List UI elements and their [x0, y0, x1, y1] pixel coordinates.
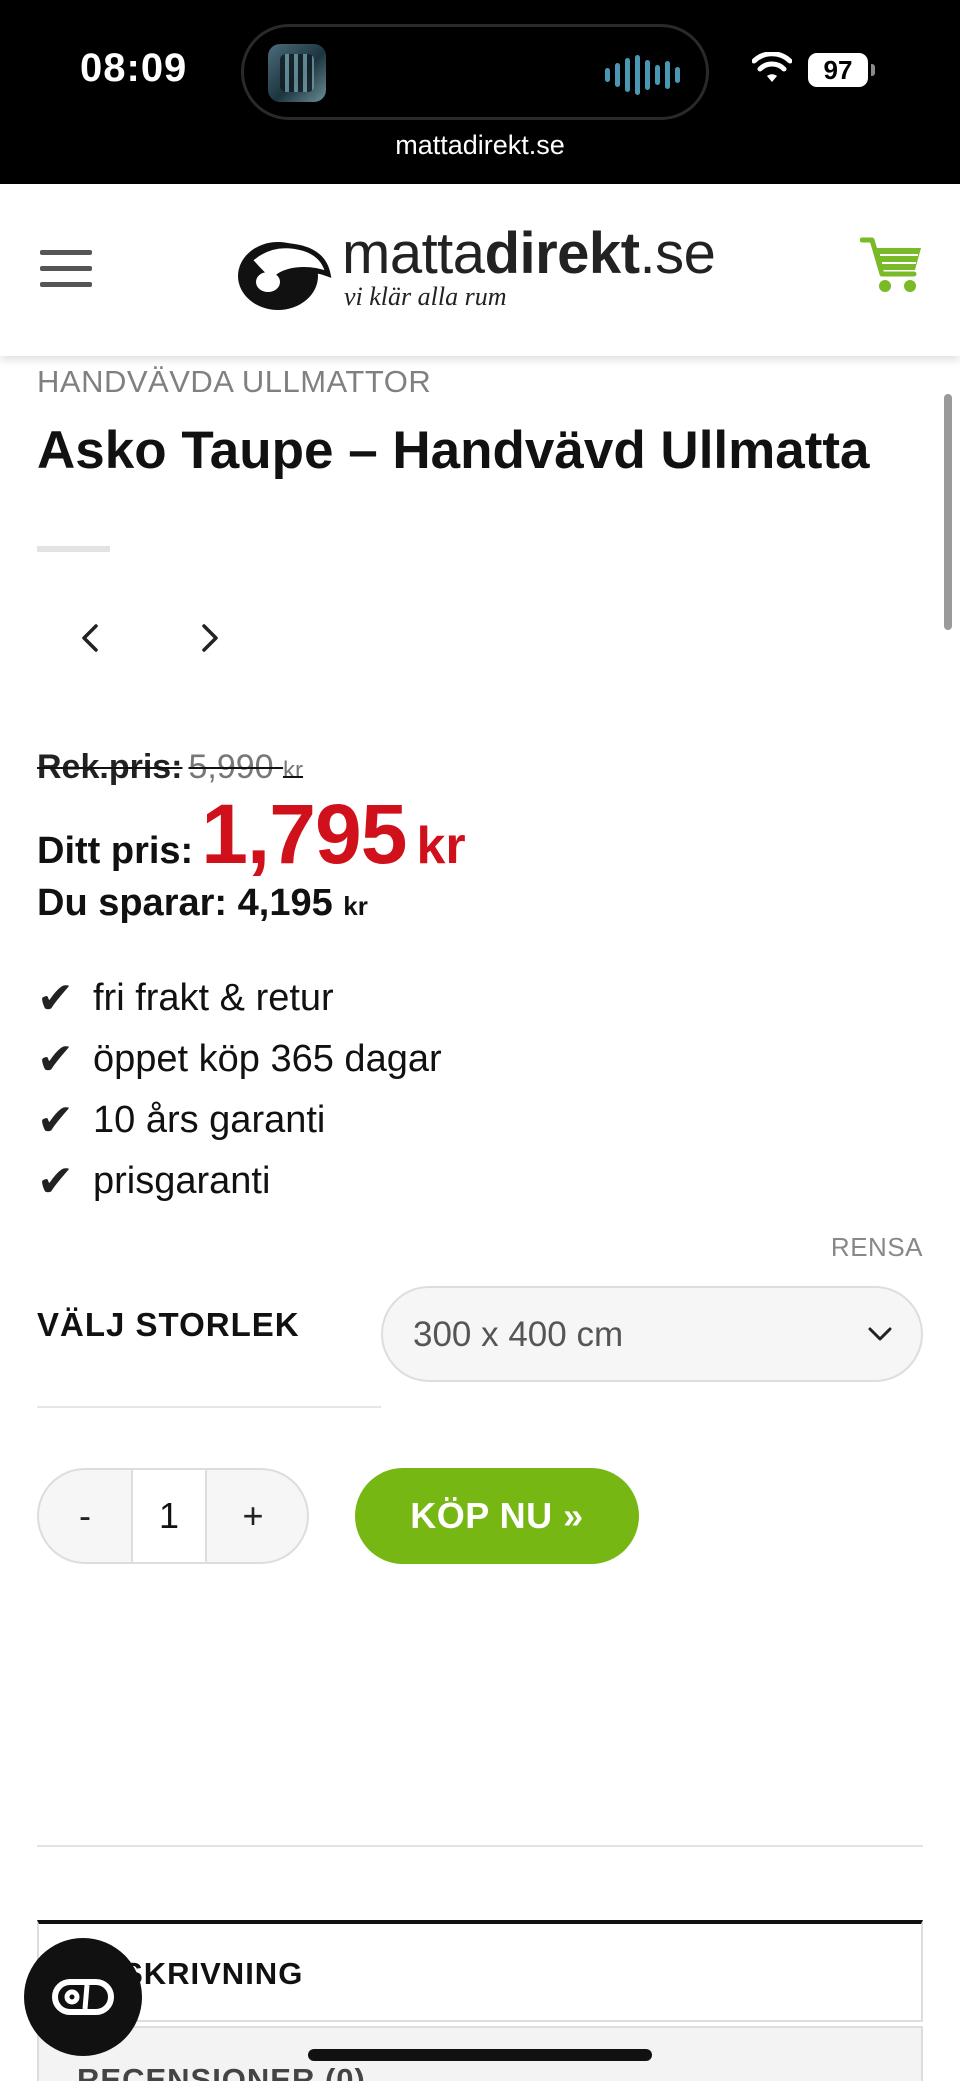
menu-icon[interactable]: [40, 250, 92, 287]
buy-now-button[interactable]: KÖP NU »: [355, 1468, 639, 1564]
chat-icon: [52, 1979, 114, 2015]
list-item: ✔ öppet köp 365 dagar: [37, 1029, 442, 1090]
battery-indicator: 97: [808, 53, 875, 87]
chevron-right-icon[interactable]: [189, 618, 229, 658]
quantity-increase-button[interactable]: +: [207, 1470, 299, 1562]
chat-widget-button[interactable]: [24, 1938, 142, 2056]
home-indicator[interactable]: [308, 2049, 652, 2061]
wifi-icon: [752, 52, 792, 82]
page-scrollbar[interactable]: [944, 394, 952, 630]
logo-wordmark: mattadirekt.se: [342, 221, 716, 286]
recommended-price-currency: kr: [283, 757, 304, 784]
savings-label: Du sparar:: [37, 882, 228, 924]
your-price: Ditt pris:1,795 kr: [37, 786, 466, 883]
cart-icon[interactable]: [860, 234, 924, 296]
list-item: ✔ 10 års garanti: [37, 1090, 442, 1151]
size-select-value: 300 x 400 cm: [413, 1315, 624, 1354]
your-price-currency: kr: [416, 817, 466, 875]
quantity-input[interactable]: 1: [131, 1470, 207, 1562]
quantity-decrease-button[interactable]: -: [39, 1470, 131, 1562]
site-header: mattadirekt.se vi klär alla rum: [0, 184, 960, 356]
benefit-text: 10 års garanti: [93, 1099, 326, 1141]
your-price-value: 1,795: [201, 787, 407, 881]
tab-reviews-label: RECENSIONER (0): [77, 2062, 366, 2081]
list-item: ✔ prisgaranti: [37, 1151, 442, 1212]
check-icon: ✔: [37, 1095, 74, 1146]
chevron-left-icon[interactable]: [71, 618, 111, 658]
site-logo[interactable]: mattadirekt.se vi klär alla rum: [232, 221, 732, 318]
chevron-down-icon: [868, 1327, 892, 1341]
product-category-link[interactable]: HANDVÄVDA ULLMATTOR: [37, 364, 431, 400]
savings: Du sparar: 4,195 kr: [37, 882, 368, 925]
list-item: ✔ fri frakt & retur: [37, 968, 442, 1029]
recommended-price-label: Rek.pris:: [37, 748, 183, 786]
your-price-label: Ditt pris:: [37, 830, 194, 872]
recommended-price: Rek.pris: 5,990 kr: [37, 748, 303, 787]
logo-roll-icon: [238, 242, 332, 310]
savings-currency: kr: [343, 891, 368, 921]
benefit-list: ✔ fri frakt & retur ✔ öppet köp 365 dagar …: [37, 968, 442, 1212]
quantity-stepper: - 1 +: [37, 1468, 309, 1564]
logo-tagline: vi klär alla rum: [344, 282, 507, 311]
product-title: Asko Taupe – Handvävd Ullmatta: [37, 421, 870, 480]
recommended-price-value: 5,990: [188, 748, 274, 786]
clear-selection-link[interactable]: RENSA: [831, 1232, 923, 1263]
address-bar-url[interactable]: mattadirekt.se: [0, 130, 960, 161]
benefit-text: fri frakt & retur: [93, 977, 334, 1019]
tab-description[interactable]: BESKRIVNING: [37, 1920, 923, 2022]
status-bar: 08:09 97 mattadirekt.se: [0, 0, 960, 184]
benefit-text: öppet köp 365 dagar: [93, 1038, 442, 1080]
status-time: 08:09: [80, 46, 188, 90]
size-select[interactable]: 300 x 400 cm: [381, 1286, 923, 1382]
title-divider: [37, 546, 110, 552]
dynamic-island[interactable]: [241, 24, 709, 120]
now-playing-artwork: [268, 44, 326, 102]
size-label: VÄLJ STORLEK: [37, 1306, 300, 1343]
variation-divider: [37, 1406, 381, 1408]
check-icon: ✔: [37, 973, 74, 1024]
savings-value: 4,195: [237, 882, 333, 924]
audio-waveform-icon: [605, 55, 680, 95]
benefit-text: prisgaranti: [93, 1160, 271, 1202]
check-icon: ✔: [37, 1156, 74, 1207]
check-icon: ✔: [37, 1034, 74, 1085]
section-divider: [37, 1845, 923, 1847]
